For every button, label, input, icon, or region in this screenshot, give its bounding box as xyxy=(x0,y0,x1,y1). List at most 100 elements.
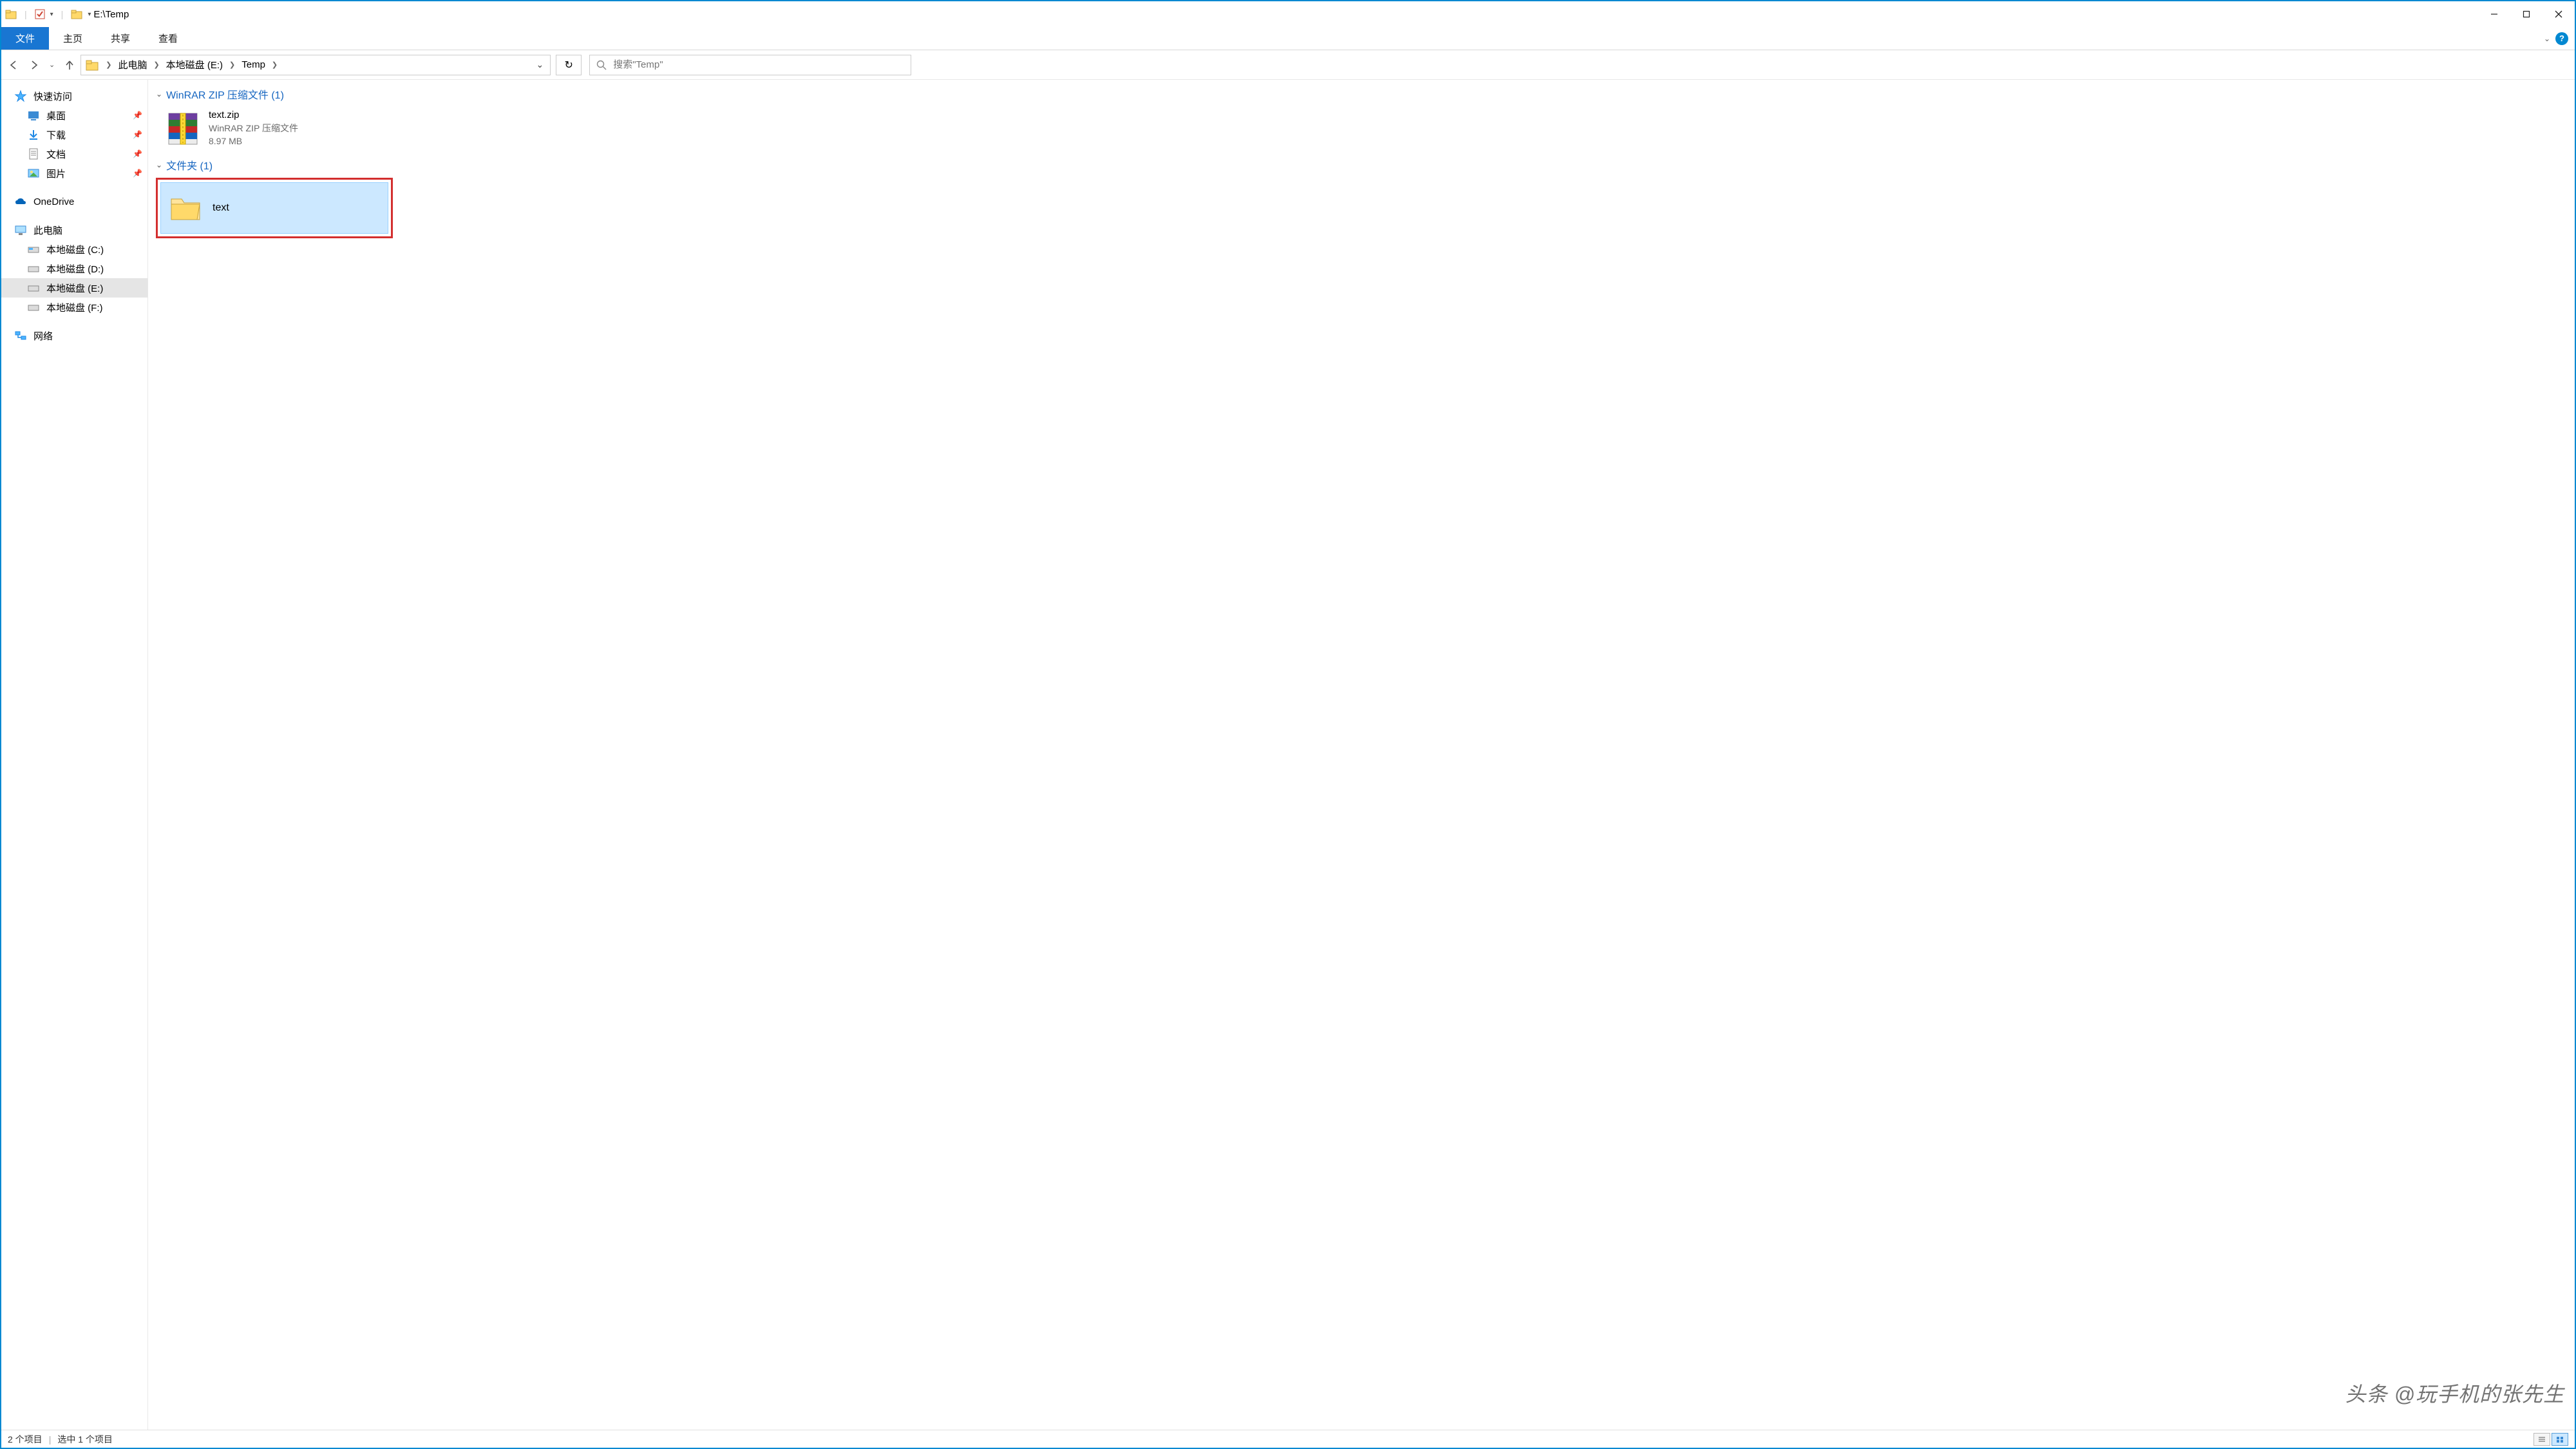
folder-name: text xyxy=(213,202,229,214)
document-icon xyxy=(27,147,40,160)
tab-home[interactable]: 主页 xyxy=(49,27,97,50)
pc-icon xyxy=(14,223,27,236)
nav-arrows: ⌄ xyxy=(8,59,75,71)
window-title: E:\Temp xyxy=(93,9,129,20)
close-button[interactable] xyxy=(2543,1,2575,27)
group-header-zip[interactable]: ⌄ WinRAR ZIP 压缩文件 (1) xyxy=(156,84,2575,107)
folder-icon xyxy=(167,190,204,226)
sidebar-item-desktop[interactable]: 桌面 📌 xyxy=(1,106,147,125)
chevron-right-icon[interactable]: ❯ xyxy=(151,61,162,69)
sidebar-drive-c[interactable]: 本地磁盘 (C:) xyxy=(1,240,147,259)
drive-icon xyxy=(27,243,40,256)
ribbon-expand-icon[interactable]: ⌄ xyxy=(2544,34,2550,43)
status-bar: 2 个项目 | 选中 1 个项目 xyxy=(1,1430,2575,1448)
breadcrumb-item[interactable]: Temp xyxy=(238,59,269,70)
drive-icon xyxy=(27,301,40,314)
minimize-button[interactable] xyxy=(2478,1,2510,27)
cloud-icon xyxy=(14,195,27,208)
quick-access-toolbar: | ▾ | ▾ xyxy=(5,8,91,20)
sidebar-network[interactable]: 网络 xyxy=(1,326,147,345)
chevron-down-icon: ⌄ xyxy=(156,90,162,99)
address-dropdown-icon[interactable]: ⌄ xyxy=(529,59,550,70)
pictures-icon xyxy=(27,167,40,180)
drive-icon xyxy=(27,262,40,275)
search-icon xyxy=(596,60,607,70)
sidebar-item-label: OneDrive xyxy=(33,196,74,207)
back-button[interactable] xyxy=(8,59,19,71)
sidebar-item-label: 桌面 xyxy=(46,109,66,122)
refresh-button[interactable]: ↻ xyxy=(556,55,582,75)
tab-view[interactable]: 查看 xyxy=(144,27,192,50)
download-icon xyxy=(27,128,40,141)
window-controls xyxy=(2478,1,2575,27)
sidebar-item-label: 网络 xyxy=(33,329,53,343)
view-buttons xyxy=(2533,1433,2568,1446)
sidebar-item-label: 本地磁盘 (E:) xyxy=(46,281,103,295)
properties-icon[interactable] xyxy=(35,9,45,19)
group-title: WinRAR ZIP 压缩文件 (1) xyxy=(166,86,284,102)
pin-icon: 📌 xyxy=(133,111,142,120)
sidebar-this-pc[interactable]: 此电脑 xyxy=(1,220,147,240)
sidebar-quick-access[interactable]: 快速访问 xyxy=(1,86,147,106)
content-pane: ⌄ WinRAR ZIP 压缩文件 (1) text.zip WinRAR ZI… xyxy=(148,80,2575,1430)
sidebar-item-documents[interactable]: 文档 📌 xyxy=(1,144,147,164)
titlebar: | ▾ | ▾ E:\Temp xyxy=(1,1,2575,27)
file-name: text.zip xyxy=(209,109,298,120)
chevron-right-icon[interactable]: ❯ xyxy=(103,61,114,69)
desktop-icon xyxy=(27,109,40,122)
archive-icon xyxy=(164,109,202,148)
details-view-button[interactable] xyxy=(2533,1433,2550,1446)
file-item-zip[interactable]: text.zip WinRAR ZIP 压缩文件 8.97 MB xyxy=(161,107,393,151)
folder-item[interactable]: text xyxy=(160,182,388,234)
network-icon xyxy=(14,329,27,342)
ribbon: 文件 主页 共享 查看 ⌄ ? xyxy=(1,27,2575,50)
sidebar-item-pictures[interactable]: 图片 📌 xyxy=(1,164,147,183)
sidebar-drive-e[interactable]: 本地磁盘 (E:) xyxy=(1,278,147,298)
folder-icon xyxy=(5,8,17,20)
folder-icon xyxy=(85,58,99,72)
group-header-folder[interactable]: ⌄ 文件夹 (1) xyxy=(156,155,2575,178)
chevron-down-icon: ⌄ xyxy=(156,160,162,169)
navigation-pane: 快速访问 桌面 📌 下载 📌 文档 📌 图片 📌 OneDrive xyxy=(1,80,148,1430)
breadcrumb-item[interactable]: 此电脑 xyxy=(114,58,151,71)
forward-button[interactable] xyxy=(28,59,40,71)
separator: | xyxy=(24,9,27,19)
chevron-right-icon[interactable]: ❯ xyxy=(269,61,280,69)
sidebar-item-label: 本地磁盘 (D:) xyxy=(46,262,104,276)
group-title: 文件夹 (1) xyxy=(166,157,213,173)
tab-share[interactable]: 共享 xyxy=(97,27,144,50)
pin-icon: 📌 xyxy=(133,169,142,178)
pin-icon: 📌 xyxy=(133,130,142,139)
body: 快速访问 桌面 📌 下载 📌 文档 📌 图片 📌 OneDrive xyxy=(1,80,2575,1430)
up-button[interactable] xyxy=(64,59,75,71)
drive-icon xyxy=(27,281,40,294)
address-bar[interactable]: ❯ 此电脑 ❯ 本地磁盘 (E:) ❯ Temp ❯ ⌄ xyxy=(80,55,551,75)
help-icon[interactable]: ? xyxy=(2555,32,2568,45)
address-row: ⌄ ❯ 此电脑 ❯ 本地磁盘 (E:) ❯ Temp ❯ ⌄ ↻ xyxy=(1,50,2575,80)
history-dropdown-icon[interactable]: ⌄ xyxy=(49,61,55,69)
chevron-right-icon[interactable]: ❯ xyxy=(227,61,238,69)
sidebar-item-label: 本地磁盘 (F:) xyxy=(46,301,103,314)
sidebar-onedrive[interactable]: OneDrive xyxy=(1,192,147,211)
search-input[interactable] xyxy=(613,59,904,70)
sidebar-item-label: 文档 xyxy=(46,147,66,161)
sidebar-item-downloads[interactable]: 下载 📌 xyxy=(1,125,147,144)
qat-dropdown-icon[interactable]: ▾ xyxy=(50,11,53,18)
sidebar-drive-d[interactable]: 本地磁盘 (D:) xyxy=(1,259,147,278)
sidebar-drive-f[interactable]: 本地磁盘 (F:) xyxy=(1,298,147,317)
separator: | xyxy=(49,1434,52,1444)
file-type: WinRAR ZIP 压缩文件 xyxy=(209,122,298,135)
maximize-button[interactable] xyxy=(2510,1,2543,27)
separator: | xyxy=(61,9,64,19)
tab-file[interactable]: 文件 xyxy=(1,27,49,50)
breadcrumb-item[interactable]: 本地磁盘 (E:) xyxy=(162,58,227,71)
pin-icon: 📌 xyxy=(133,149,142,158)
file-size: 8.97 MB xyxy=(209,136,298,146)
sidebar-item-label: 本地磁盘 (C:) xyxy=(46,243,104,256)
status-selection: 选中 1 个项目 xyxy=(57,1433,113,1446)
title-dropdown-icon[interactable]: ▾ xyxy=(88,11,91,18)
search-box[interactable] xyxy=(589,55,911,75)
folder-icon xyxy=(71,8,82,20)
status-count: 2 个项目 xyxy=(8,1433,43,1446)
large-icons-view-button[interactable] xyxy=(2552,1433,2568,1446)
